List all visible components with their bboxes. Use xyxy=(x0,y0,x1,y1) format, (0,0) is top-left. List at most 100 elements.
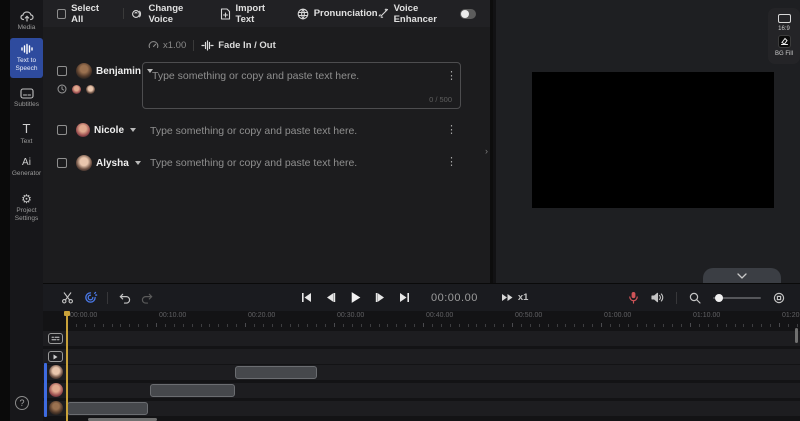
sidebar-label: Text xyxy=(20,138,33,145)
pronunciation-label: Pronunciation xyxy=(313,8,378,19)
speaker-checkbox[interactable] xyxy=(57,66,67,76)
change-voice-button[interactable]: Change Voice xyxy=(131,3,202,25)
video-preview[interactable] xyxy=(532,72,774,208)
recent-voice-alysha[interactable] xyxy=(86,84,95,94)
next-frame-icon[interactable] xyxy=(375,292,386,303)
voice-enhancer-control[interactable]: Voice Enhancer xyxy=(378,3,476,25)
subtitle-track-icon xyxy=(48,333,63,344)
aspect-ratio-icon[interactable] xyxy=(777,14,791,23)
row-menu-kebab-icon[interactable]: ⋮ xyxy=(446,123,457,137)
fade-in-out-button[interactable]: Fade In / Out xyxy=(201,40,276,51)
fast-forward-icon xyxy=(501,294,513,301)
sidebar-label: Text to Speech xyxy=(15,57,38,73)
sidebar-item-text[interactable]: T Text xyxy=(10,121,43,146)
chevron-down-icon[interactable] xyxy=(134,161,141,165)
timeline-toolbar: 00:00.00 x1 xyxy=(43,284,800,311)
track-video[interactable] xyxy=(43,349,800,364)
skip-to-end-icon[interactable] xyxy=(399,292,410,303)
split-scissors-icon[interactable] xyxy=(61,291,74,304)
sidebar-label: Media xyxy=(17,24,36,31)
tts-text-placeholder-alysha[interactable]: Type something or copy and paste text he… xyxy=(150,157,357,169)
char-counter: 0 / 500 xyxy=(429,95,452,104)
sidebar-item-text-to-speech[interactable]: Text to Speech xyxy=(10,38,43,79)
divider xyxy=(193,40,195,51)
select-all-control[interactable]: Select All xyxy=(57,3,109,25)
preview-dock: 16:9 BG Fill xyxy=(768,8,800,64)
divider xyxy=(676,291,677,304)
sidebar-item-media[interactable]: Media xyxy=(10,10,43,32)
playhead-line[interactable] xyxy=(66,311,68,421)
speaker-header-alysha: Alysha xyxy=(57,155,141,171)
pronunciation-button[interactable]: Pronunciation xyxy=(297,8,378,20)
horizontal-scrollbar[interactable] xyxy=(88,417,157,421)
select-all-label: Select All xyxy=(71,2,100,25)
speaker-header-benjamin: Benjamin xyxy=(57,63,154,79)
speaker-checkbox[interactable] xyxy=(57,158,67,168)
sidebar-label: Project Settings xyxy=(14,207,39,223)
help-button[interactable]: ? xyxy=(15,396,29,410)
collapse-preview-tab[interactable] xyxy=(703,268,781,283)
toolbar-divider xyxy=(122,8,124,19)
avatar-benjamin[interactable] xyxy=(76,63,92,79)
bg-fill-icon[interactable] xyxy=(777,35,791,48)
speaker-checkbox[interactable] xyxy=(57,125,67,135)
avatar-nicole[interactable] xyxy=(76,123,90,137)
toggle-knob xyxy=(461,9,470,18)
record-mic-icon[interactable] xyxy=(628,291,639,304)
track-avatar-benjamin xyxy=(48,401,63,415)
playback-rate-label: x1 xyxy=(517,292,529,303)
undo-icon[interactable] xyxy=(118,292,131,304)
transport-controls-group: 00:00.00 x1 xyxy=(301,284,528,311)
chevron-down-icon[interactable] xyxy=(130,128,137,132)
slider-knob[interactable] xyxy=(715,293,723,302)
row-menu-kebab-icon[interactable]: ⋮ xyxy=(446,69,457,83)
sidebar-item-subtitles[interactable]: Subtitles xyxy=(10,88,43,109)
play-button-icon[interactable] xyxy=(349,291,362,304)
current-time-display: 00:00.00 xyxy=(431,291,478,304)
audio-clip-alysha[interactable] xyxy=(235,366,317,379)
volume-speaker-icon[interactable] xyxy=(651,292,664,303)
vertical-scrollbar[interactable] xyxy=(795,328,798,343)
speaker-name: Nicole xyxy=(94,124,125,136)
tts-textarea[interactable] xyxy=(143,63,460,108)
edit-tools-group xyxy=(61,284,154,311)
import-text-button[interactable]: Import Text xyxy=(220,3,280,25)
track-selection-strip xyxy=(44,363,47,417)
recent-voice-nicole[interactable] xyxy=(72,84,81,94)
audio-clip-benjamin[interactable] xyxy=(67,402,148,415)
sidebar-item-ai-generator[interactable]: Ai Generator xyxy=(10,157,43,178)
voice-enhancer-toggle[interactable] xyxy=(460,8,476,19)
panel-expand-chevron-icon[interactable]: › xyxy=(485,146,488,156)
app-window: Media Text to Speech Subtitles T Text Ai… xyxy=(0,0,800,421)
import-text-label: Import Text xyxy=(235,2,266,25)
sidebar: Media Text to Speech Subtitles T Text Ai… xyxy=(10,0,43,421)
sidebar-item-project-settings[interactable]: ⚙ Project Settings xyxy=(10,193,43,223)
timeline-zoom-slider[interactable] xyxy=(713,293,761,303)
tts-text-placeholder-nicole[interactable]: Type something or copy and paste text he… xyxy=(150,125,357,137)
track-subtitle[interactable] xyxy=(43,331,800,346)
row-menu-kebab-icon[interactable]: ⋮ xyxy=(446,155,457,169)
speed-gauge-icon xyxy=(148,41,159,49)
speed-control[interactable]: x1.00 xyxy=(148,40,186,51)
magic-wand-icon xyxy=(378,8,389,19)
waveform-icon xyxy=(20,43,34,55)
zoom-fit-icon[interactable] xyxy=(773,292,785,304)
aspect-ratio-label: 16:9 xyxy=(778,26,790,32)
zoom-out-icon[interactable] xyxy=(689,292,701,304)
select-all-checkbox[interactable] xyxy=(57,8,67,19)
media-upload-icon xyxy=(19,10,34,22)
previous-frame-icon[interactable] xyxy=(325,292,336,303)
ai-icon: Ai xyxy=(22,157,31,168)
track-voice-alysha[interactable] xyxy=(43,365,800,380)
track-voice-benjamin[interactable] xyxy=(43,401,800,416)
history-clock-icon[interactable] xyxy=(57,84,67,94)
audio-clip-nicole[interactable] xyxy=(150,384,235,397)
avatar-alysha[interactable] xyxy=(76,155,92,171)
redo-icon[interactable] xyxy=(141,292,154,304)
playback-rate-control[interactable]: x1 xyxy=(501,292,529,303)
smart-tool-icon[interactable] xyxy=(84,291,98,304)
timeline-right-tools-group xyxy=(628,284,785,311)
speaker-name: Benjamin xyxy=(96,65,142,77)
timeline-ruler[interactable]: 00:00.00 00:10.00 00:20.00 00:30.00 00:40.00… xyxy=(43,311,800,328)
skip-to-start-icon[interactable] xyxy=(301,292,312,303)
